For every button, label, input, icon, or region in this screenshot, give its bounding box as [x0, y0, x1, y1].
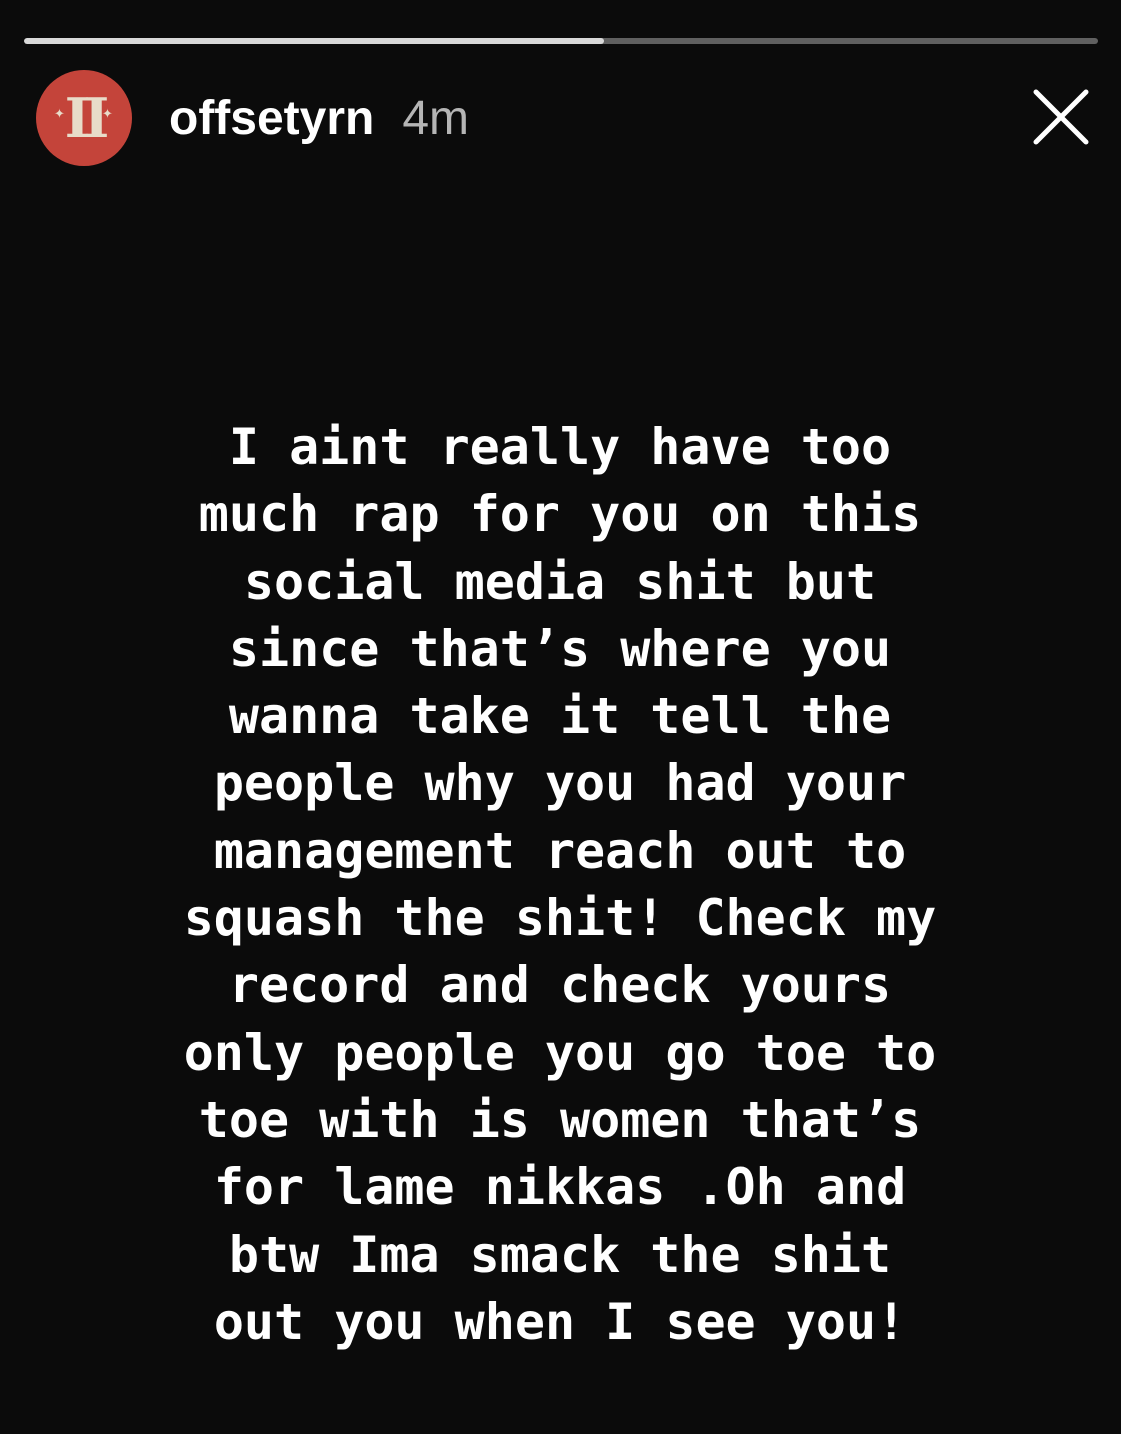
story-viewer: ✦ II ✦ offsetyrn 4m I aint really have t…	[0, 0, 1121, 1434]
close-icon	[1033, 89, 1089, 145]
story-text-line: toe with is women that’s	[198, 1090, 922, 1149]
timestamp: 4m	[402, 91, 470, 145]
story-text-line: I aint really have too	[228, 418, 892, 476]
avatar[interactable]: ✦ II ✦	[36, 70, 132, 166]
story-text-line: for lame nikkas .Oh and	[213, 1158, 907, 1217]
story-text-line: much rap for you on this	[198, 485, 922, 544]
story-text-line: since that’s where you	[228, 619, 892, 678]
story-text-line: record and check yours	[228, 956, 892, 1015]
wing-icon: ✦	[102, 107, 113, 122]
story-text-line: management reach out to	[213, 821, 907, 880]
avatar-logo-icon: II	[64, 86, 109, 150]
close-button[interactable]	[1032, 88, 1090, 146]
story-text-line: squash the shit! Check my	[183, 889, 937, 948]
story-text-line: people why you had your	[213, 754, 907, 813]
story-text-line: social media shit but	[243, 552, 877, 611]
story-text-line: btw Ima smack the shit	[228, 1225, 892, 1284]
story-text-line: wanna take it tell the	[228, 687, 892, 746]
username[interactable]: offsetyrn	[169, 91, 374, 146]
story-text: I aint really have too much rap for you …	[60, 414, 1060, 1356]
story-text-line: out you when I see you!	[213, 1292, 907, 1351]
wing-icon: ✦	[54, 107, 65, 122]
story-text-line: only people you go toe to	[183, 1023, 937, 1082]
story-progress-bar	[24, 38, 1098, 44]
story-header: ✦ II ✦ offsetyrn 4m	[36, 70, 469, 166]
story-progress-fill	[24, 38, 604, 44]
